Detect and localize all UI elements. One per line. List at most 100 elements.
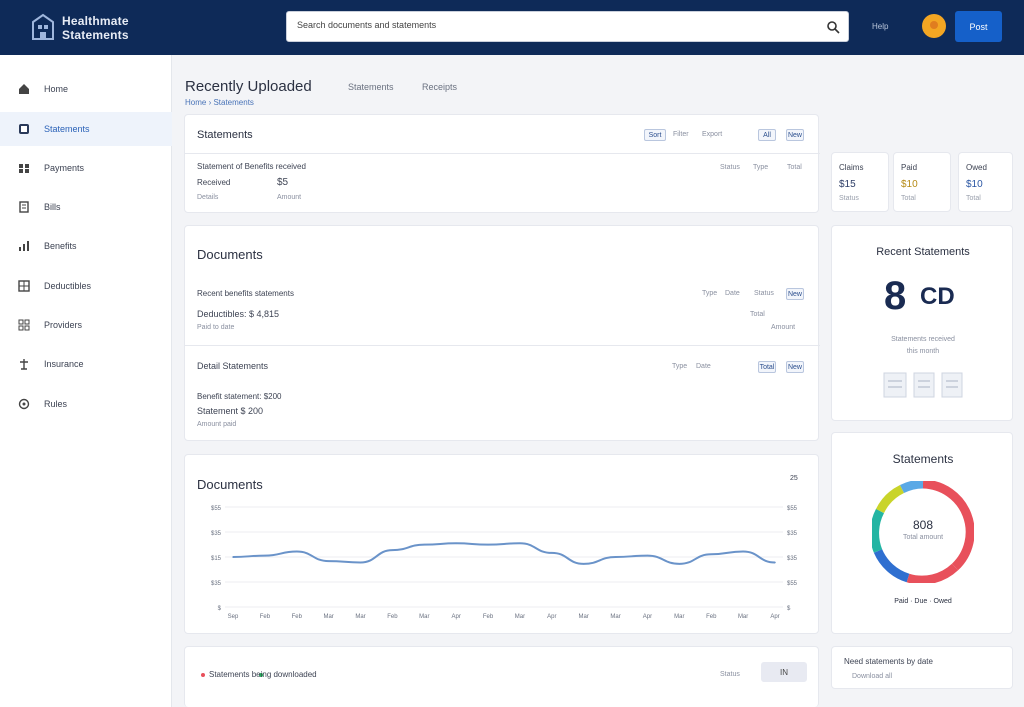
x-tick-label: Feb — [260, 614, 271, 620]
row-sub: Amount — [277, 194, 302, 201]
data-point — [391, 549, 394, 551]
filter-button[interactable]: Filter — [673, 131, 689, 138]
user-avatar[interactable] — [922, 14, 946, 38]
post-button[interactable]: Post — [955, 11, 1002, 42]
tab-receipts[interactable]: Receipts — [422, 82, 457, 92]
sidebar-item-label: Insurance — [44, 359, 84, 369]
card-title: Documents — [197, 247, 263, 262]
all-button[interactable]: All — [758, 129, 776, 141]
page-title: Recently Uploaded — [185, 78, 312, 95]
total-button[interactable]: Total — [758, 361, 776, 373]
data-point — [455, 542, 457, 545]
x-tick-label: Mar — [515, 614, 525, 620]
donut-slice — [906, 563, 959, 583]
divider — [185, 153, 820, 154]
breadcrumb[interactable]: Home › Statements — [185, 98, 254, 107]
sidebar-item-label: Bills — [44, 202, 61, 212]
sidebar-item-insurance[interactable]: Insurance — [0, 347, 172, 381]
donut-center-label: Total amount — [902, 534, 944, 541]
card-title: Statements — [197, 129, 253, 141]
y-tick-label-left: $15 — [211, 556, 222, 562]
data-point — [774, 561, 776, 564]
section-heading: Detail Statements — [197, 361, 269, 371]
y-tick-label-left: $ — [218, 606, 222, 612]
export-button[interactable]: Export — [702, 131, 722, 138]
sidebar-item-label: Deductibles — [44, 281, 92, 291]
data-point — [487, 543, 489, 546]
benefits-icon — [19, 241, 29, 251]
data-point — [295, 550, 298, 553]
y-tick-label-right: $35 — [787, 556, 798, 562]
section-heading: Recent benefits statements — [197, 289, 294, 298]
col-status: Status — [720, 164, 740, 171]
data-point — [742, 550, 744, 553]
footer-text: Statements being downloaded — [209, 670, 317, 679]
documents-card: Documents Recent benefits statements Ded… — [184, 225, 820, 441]
data-point — [646, 554, 649, 557]
section-line: Statement $ 200 — [197, 406, 264, 416]
sort-button[interactable]: Sort — [644, 129, 666, 141]
search-icon[interactable] — [826, 20, 840, 34]
download-side-card[interactable]: Need statements by date Download all — [831, 646, 1013, 689]
sidebar-item-providers[interactable]: Providers — [0, 308, 172, 342]
line-chart: $55 $55 $35 $35 $15 $35 $35 $55 $ $ Sep Feb Feb Mar Ma… — [211, 506, 798, 620]
new-button[interactable]: New — [786, 129, 804, 141]
home-icon — [19, 84, 29, 94]
x-tick-label: Sep — [228, 614, 239, 620]
tab-statements[interactable]: Statements — [348, 82, 394, 92]
mini-card-sub: Status — [839, 195, 859, 202]
col-total: Total — [787, 164, 802, 171]
x-tick-label: Apr — [452, 614, 461, 620]
help-link[interactable]: Help — [872, 22, 888, 31]
x-tick-label: Feb — [483, 614, 494, 620]
donut-slice — [873, 549, 910, 583]
sidebar-item-deductibles[interactable]: Deductibles — [0, 269, 172, 303]
mini-card-claims[interactable]: Claims $15 Status — [831, 152, 889, 212]
statements-icon — [19, 124, 29, 134]
new-button[interactable]: New — [786, 361, 804, 373]
series-line — [232, 542, 776, 565]
y-tick-label-right: $35 — [787, 531, 798, 537]
y-tick-label-left: $55 — [211, 506, 222, 512]
y-tick-label-right: $55 — [787, 506, 798, 512]
donut-card: Statements 808 Total amount Paid · Due ·… — [831, 432, 1013, 634]
payments-icon — [19, 164, 29, 173]
mini-card-owed[interactable]: Owed $10 Total — [958, 152, 1013, 212]
sidebar-item-rules[interactable]: Rules — [0, 387, 172, 421]
sidebar-item-label: Rules — [44, 399, 68, 409]
section-sub: Paid to date — [197, 324, 235, 331]
x-tick-label: Mar — [579, 614, 589, 620]
data-point — [423, 543, 426, 546]
mini-card-value: $15 — [839, 179, 856, 190]
sidebar-item-home[interactable]: Home — [0, 72, 172, 106]
sidebar-item-statements[interactable]: Statements — [0, 112, 172, 146]
x-tick-label: Apr — [770, 614, 779, 620]
search-input[interactable] — [297, 20, 817, 30]
status-dot-red — [201, 673, 205, 677]
sidebar-item-bills[interactable]: Bills — [0, 190, 172, 224]
card-title: Statements — [892, 452, 954, 466]
footer-in-button[interactable]: IN — [761, 662, 807, 682]
mini-card-sub: Total — [901, 195, 916, 202]
statements-card: Statements Sort Filter Export All New St… — [184, 114, 820, 213]
sidebar-item-payments[interactable]: Payments — [0, 151, 172, 185]
data-point — [327, 560, 330, 562]
footer-status: Status — [720, 671, 740, 678]
new-button[interactable]: New — [786, 288, 804, 300]
x-tick-label: Mar — [323, 614, 333, 620]
y-tick-label-left: $35 — [211, 531, 222, 537]
search-bar[interactable] — [286, 11, 849, 42]
recent-statements-card: Recent Statements 8 CD Statements receiv… — [831, 225, 1013, 421]
x-tick-label: Feb — [292, 614, 303, 620]
row-sub: Details — [197, 194, 219, 201]
deductibles-icon — [18, 280, 30, 292]
y-tick-label-left: $35 — [211, 581, 222, 587]
document-thumbnails-icon — [883, 372, 963, 398]
donut-ring — [872, 481, 974, 583]
mini-card-value: $10 — [966, 179, 983, 190]
stat-caption: this month — [906, 348, 940, 355]
sidebar-item-label: Providers — [44, 320, 83, 330]
donut-center-value: 808 — [912, 518, 934, 532]
mini-card-paid[interactable]: Paid $10 Total — [893, 152, 951, 212]
sidebar-item-benefits[interactable]: Benefits — [0, 229, 172, 263]
